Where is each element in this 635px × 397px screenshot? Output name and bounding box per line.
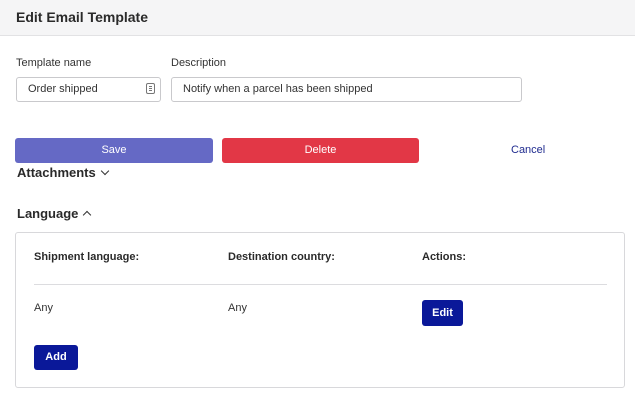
edit-button[interactable]: Edit xyxy=(422,300,463,326)
page-header: Edit Email Template xyxy=(0,0,635,36)
chevron-up-icon xyxy=(83,210,92,220)
description-field[interactable]: Notify when a parcel has been shipped xyxy=(171,77,522,102)
template-name-field[interactable]: Order shipped xyxy=(16,77,161,102)
attachments-label: Attachments xyxy=(17,165,96,180)
shipment-language-cell: Any xyxy=(34,302,53,314)
chevron-down-icon xyxy=(100,166,109,175)
description-value: Notify when a parcel has been shipped xyxy=(183,83,373,95)
template-name-value: Order shipped xyxy=(28,83,98,95)
keyboard-icon[interactable] xyxy=(146,83,155,94)
cancel-link[interactable]: Cancel xyxy=(511,144,545,156)
column-header-actions: Actions: xyxy=(422,251,466,263)
destination-country-cell: Any xyxy=(228,302,247,314)
save-button[interactable]: Save xyxy=(15,138,213,163)
language-label: Language xyxy=(17,206,79,221)
column-header-shipment-language: Shipment language: xyxy=(34,251,140,263)
delete-button[interactable]: Delete xyxy=(222,138,419,163)
attachments-toggle[interactable]: Attachments xyxy=(17,165,109,180)
table-divider xyxy=(34,284,607,285)
language-toggle[interactable]: Language xyxy=(17,206,92,221)
language-panel: Shipment language: Destination country: … xyxy=(15,232,625,388)
add-button[interactable]: Add xyxy=(34,345,78,370)
description-label: Description xyxy=(171,57,227,69)
template-name-label: Template name xyxy=(16,57,92,69)
page-title: Edit Email Template xyxy=(16,9,148,25)
column-header-destination-country: Destination country: xyxy=(228,251,335,263)
